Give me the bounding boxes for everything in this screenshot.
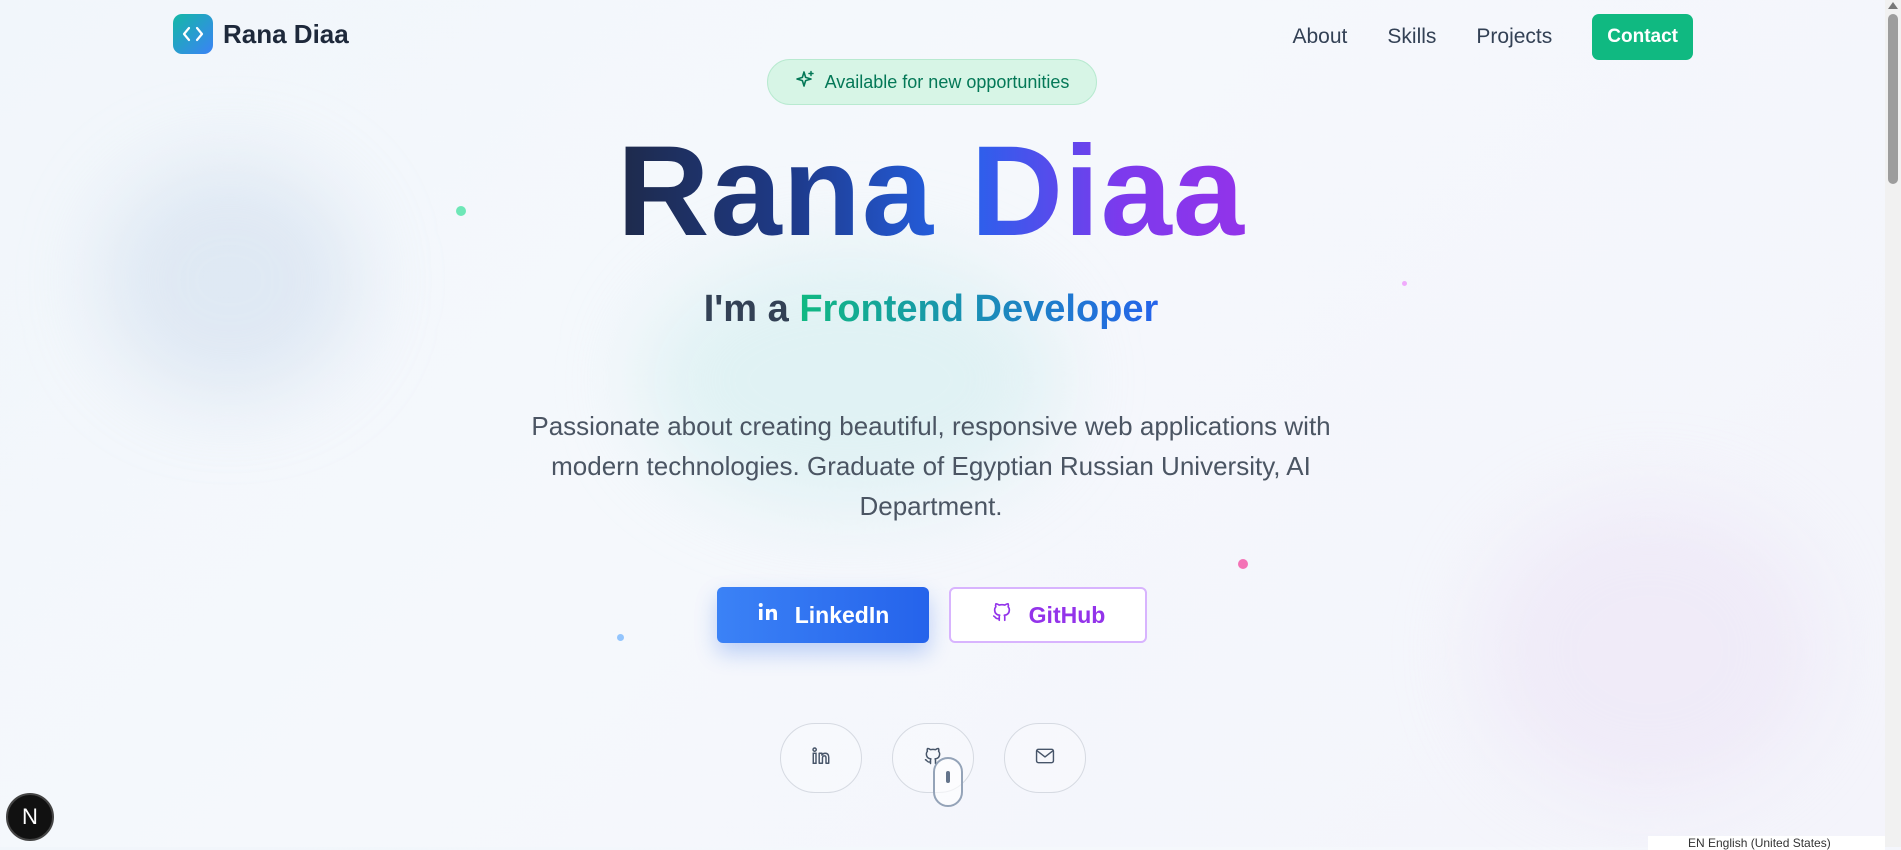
hero-name: Rana Diaa <box>0 128 1862 256</box>
brand[interactable]: Rana Diaa <box>173 14 349 54</box>
github-button[interactable]: GitHub <box>949 587 1147 643</box>
subtitle-prefix: I'm a <box>703 288 789 330</box>
decorative-dot <box>1238 559 1248 569</box>
mouse-wheel <box>946 771 950 783</box>
contact-button[interactable]: Contact <box>1592 14 1693 60</box>
nav-skills[interactable]: Skills <box>1387 25 1436 49</box>
scroll-thumb[interactable] <box>1888 14 1898 184</box>
sparkles-icon <box>795 70 815 95</box>
social-email-button[interactable] <box>1004 723 1086 793</box>
linkedin-icon <box>757 601 779 629</box>
social-linkedin-button[interactable] <box>780 723 862 793</box>
brand-name: Rana Diaa <box>223 18 349 49</box>
linkedin-icon <box>811 746 831 771</box>
mail-icon <box>1035 748 1055 769</box>
language-indicator: EN English (United States) <box>1648 836 1885 850</box>
hero-description: Passionate about creating beautiful, res… <box>531 411 1331 521</box>
scroll-up-arrow-icon[interactable] <box>1888 2 1898 9</box>
background-glow <box>1480 500 1820 800</box>
nav-about[interactable]: About <box>1293 25 1348 49</box>
page-scrollbar[interactable] <box>1885 0 1901 847</box>
scroll-indicator-mouse-icon <box>933 757 963 807</box>
hero-name-text: Rana Diaa <box>617 120 1245 263</box>
main-nav: About Skills Projects Contact <box>1293 14 1693 60</box>
dev-tools-badge[interactable]: N <box>6 793 54 841</box>
nav-projects[interactable]: Projects <box>1476 25 1552 49</box>
linkedin-label: LinkedIn <box>794 601 890 628</box>
badge-text: Available for new opportunities <box>824 71 1070 92</box>
hero-subtitle: I'm a Frontend Developer <box>0 288 1862 331</box>
hero-role: Frontend Developer <box>799 288 1159 330</box>
availability-badge: Available for new opportunities <box>767 59 1097 105</box>
decorative-dot <box>617 634 624 641</box>
decorative-dot <box>1402 281 1407 286</box>
code-icon <box>173 14 213 54</box>
linkedin-button[interactable]: LinkedIn <box>717 587 929 643</box>
github-icon <box>991 601 1013 629</box>
github-label: GitHub <box>1028 601 1106 628</box>
